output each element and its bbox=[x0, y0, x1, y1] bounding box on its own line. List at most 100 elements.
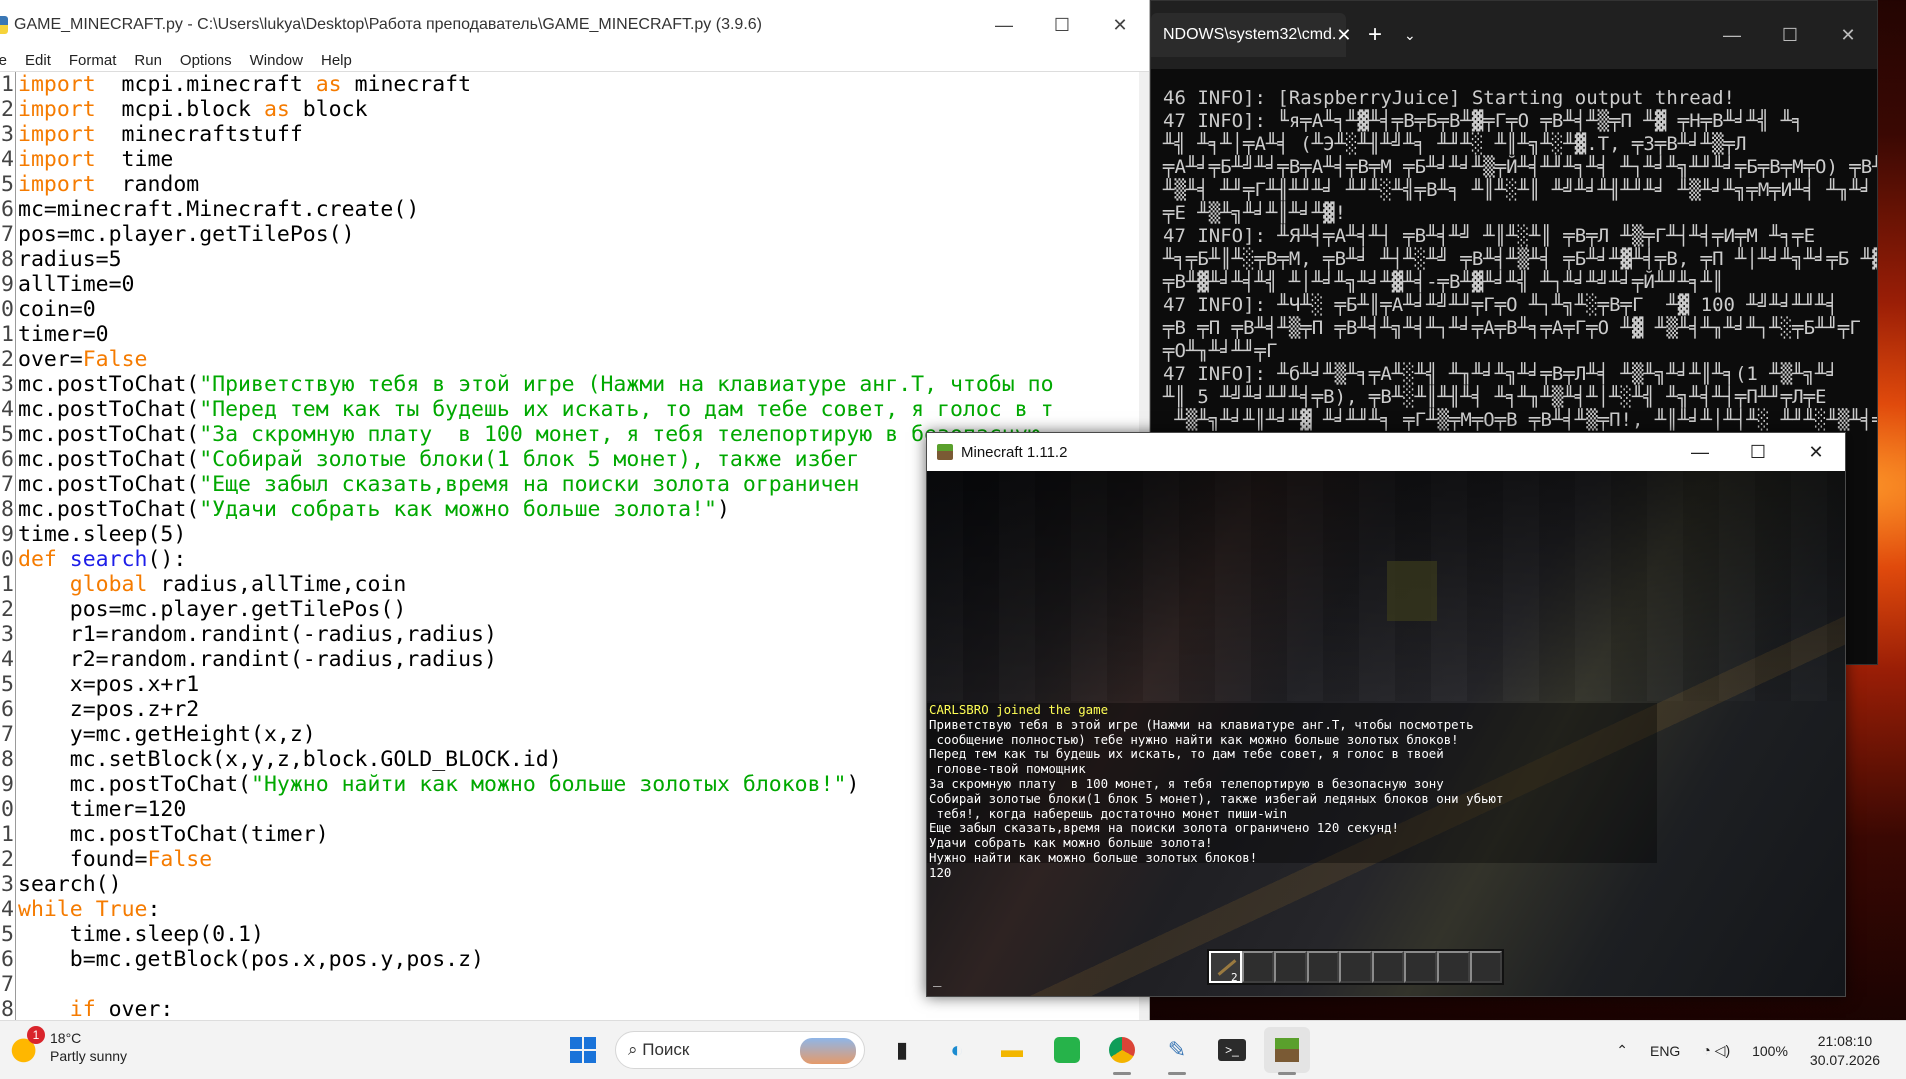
maximize-button[interactable]: ☐ bbox=[1729, 433, 1787, 471]
file-explorer-icon[interactable]: ▬ bbox=[989, 1027, 1035, 1073]
code-token: mc.postToChat( bbox=[18, 447, 200, 472]
hotbar-slot[interactable] bbox=[1469, 951, 1503, 983]
close-button[interactable]: ✕ bbox=[1091, 0, 1149, 50]
hotbar-slot[interactable] bbox=[1241, 951, 1275, 983]
line-number: 8 bbox=[1, 247, 14, 272]
chevron-up-icon[interactable]: ⌃ bbox=[1616, 1042, 1628, 1059]
menu-file[interactable]: ile bbox=[0, 52, 7, 69]
terminal-window-controls: — ☐ ✕ bbox=[1703, 1, 1877, 69]
code-token: time.sleep(0.1) bbox=[18, 922, 264, 947]
language-indicator[interactable]: ENG bbox=[1650, 1043, 1680, 1059]
minecraft-taskbar-icon[interactable] bbox=[1264, 1027, 1310, 1075]
chevron-down-icon[interactable]: ⌄ bbox=[1404, 27, 1416, 44]
code-token: import bbox=[18, 72, 96, 97]
code-line[interactable]: pos=mc.player.getTilePos() bbox=[18, 222, 1142, 247]
taskbar-search-box[interactable]: ⌕ Поиск bbox=[615, 1031, 865, 1069]
code-token: global bbox=[69, 572, 148, 597]
code-line[interactable]: mc.postToChat("Приветствую тебя в этой и… bbox=[18, 372, 1142, 397]
code-line[interactable]: import mcpi.minecraft as minecraft bbox=[18, 72, 1142, 97]
hotbar-slot[interactable] bbox=[1274, 951, 1307, 983]
weather-temp: 18°C bbox=[50, 1030, 82, 1046]
code-token: z=pos.z+r2 bbox=[18, 697, 200, 722]
code-token: : bbox=[147, 897, 161, 922]
search-placeholder: Поиск bbox=[642, 1040, 690, 1059]
menu-options[interactable]: Options bbox=[180, 52, 232, 69]
minecraft-window[interactable]: Minecraft 1.11.2 — ☐ ✕ CARLSBRO joined t… bbox=[926, 432, 1846, 997]
idle-title-bar[interactable]: GAME_MINECRAFT.py - C:\Users\lukya\Deskt… bbox=[0, 0, 1149, 50]
code-token: ) bbox=[716, 497, 730, 522]
line-number: 5 bbox=[1, 172, 14, 197]
code-token: def bbox=[18, 547, 57, 572]
line-number: 7 bbox=[1, 972, 14, 997]
chrome-icon[interactable] bbox=[1099, 1027, 1145, 1075]
code-line[interactable]: if over: bbox=[18, 997, 1142, 1020]
minecraft-title-bar[interactable]: Minecraft 1.11.2 — ☐ ✕ bbox=[927, 433, 1845, 471]
weather-desc: Partly sunny bbox=[50, 1048, 128, 1064]
windows-start-icon[interactable] bbox=[560, 1027, 606, 1073]
close-button[interactable]: ✕ bbox=[1819, 1, 1877, 69]
line-number: 1 bbox=[1, 322, 14, 347]
code-line[interactable]: mc.postToChat("Перед тем как ты будешь и… bbox=[18, 397, 1142, 422]
hotbar-slot[interactable] bbox=[1436, 951, 1470, 983]
task-view-icon[interactable]: ▮ bbox=[879, 1027, 925, 1073]
search-icon: ⌕ bbox=[628, 1040, 643, 1059]
minimize-button[interactable]: — bbox=[1671, 433, 1729, 471]
maximize-button[interactable]: ☐ bbox=[1033, 0, 1091, 50]
line-number: 6 bbox=[1, 697, 14, 722]
code-line[interactable]: import random bbox=[18, 172, 1142, 197]
hotbar[interactable] bbox=[1207, 949, 1504, 985]
line-number: 4 bbox=[1, 397, 14, 422]
menu-format[interactable]: Format bbox=[69, 52, 117, 69]
menu-edit[interactable]: Edit bbox=[25, 52, 51, 69]
maximize-button[interactable]: ☐ bbox=[1761, 1, 1819, 69]
close-button[interactable]: ✕ bbox=[1787, 433, 1845, 471]
menu-help[interactable]: Help bbox=[321, 52, 352, 69]
code-token: "Еще забыл сказать,время на поиски золот… bbox=[199, 472, 860, 497]
code-token: mc.postToChat( bbox=[18, 372, 200, 397]
taskbar-apps: ⌕ Поиск ▮ ◐ ▬ ✎ >_ bbox=[560, 1027, 1319, 1075]
menu-run[interactable]: Run bbox=[134, 52, 162, 69]
hotbar-slot[interactable] bbox=[1371, 951, 1405, 983]
code-line[interactable]: coin=0 bbox=[18, 297, 1142, 322]
terminal-icon[interactable]: >_ bbox=[1209, 1027, 1255, 1073]
minecraft-window-controls: — ☐ ✕ bbox=[1671, 433, 1845, 471]
menu-window[interactable]: Window bbox=[250, 52, 303, 69]
edge-icon[interactable]: ◐ bbox=[934, 1027, 980, 1073]
chat-input-cursor[interactable]: _ bbox=[933, 971, 941, 987]
minecraft-window-title: Minecraft 1.11.2 bbox=[961, 443, 1068, 461]
idle-icon[interactable]: ✎ bbox=[1154, 1027, 1200, 1075]
code-line[interactable]: allTime=0 bbox=[18, 272, 1142, 297]
code-line[interactable]: mc=minecraft.Minecraft.create() bbox=[18, 197, 1142, 222]
tab-close-icon[interactable]: ✕ bbox=[1336, 25, 1351, 46]
minimize-button[interactable]: — bbox=[975, 0, 1033, 50]
code-line[interactable]: timer=0 bbox=[18, 322, 1142, 347]
weather-sun-icon: 1 bbox=[10, 1026, 45, 1064]
battery-level[interactable]: 100% bbox=[1752, 1043, 1788, 1059]
new-tab-button[interactable]: + bbox=[1368, 21, 1382, 49]
weather-widget[interactable]: 1 18°C Partly sunny bbox=[10, 1026, 128, 1065]
line-number: 5 bbox=[1, 672, 14, 697]
code-line[interactable]: import time bbox=[18, 147, 1142, 172]
code-token: True bbox=[95, 897, 148, 922]
clock[interactable]: 21:08:10 30.07.2026 bbox=[1810, 1032, 1880, 1070]
whatsapp-icon[interactable] bbox=[1044, 1027, 1090, 1073]
line-number: 8 bbox=[1, 747, 14, 772]
code-line[interactable]: import mcpi.block as block bbox=[18, 97, 1142, 122]
code-token: over: bbox=[95, 997, 174, 1020]
game-viewport[interactable]: CARLSBRO joined the game Приветствую тебя… bbox=[927, 471, 1845, 996]
hotbar-slot[interactable] bbox=[1339, 951, 1372, 983]
minimize-button[interactable]: — bbox=[1703, 1, 1761, 69]
line-number: 8 bbox=[1, 997, 14, 1020]
code-line[interactable]: import minecraftstuff bbox=[18, 122, 1142, 147]
terminal-tab[interactable]: NDOWS\system32\cmd. ✕ bbox=[1151, 13, 1351, 57]
chat-message: голове-твой помощник bbox=[929, 761, 1086, 777]
wifi-icon[interactable]: ◔ ◁) bbox=[1702, 1042, 1730, 1059]
code-token: "Собирай золотые блоки(1 блок 5 монет), … bbox=[199, 447, 860, 472]
code-line[interactable]: over=False bbox=[18, 347, 1142, 372]
hotbar-slot[interactable] bbox=[1306, 951, 1340, 983]
hotbar-slot[interactable] bbox=[1404, 951, 1437, 983]
code-line[interactable]: radius=5 bbox=[18, 247, 1142, 272]
code-token: r2=random.randint(-radius,radius) bbox=[18, 647, 497, 672]
code-token: pos=mc.player.getTilePos() bbox=[18, 222, 355, 247]
chat-log: CARLSBRO joined the game Приветствую тебя… bbox=[929, 702, 1503, 881]
